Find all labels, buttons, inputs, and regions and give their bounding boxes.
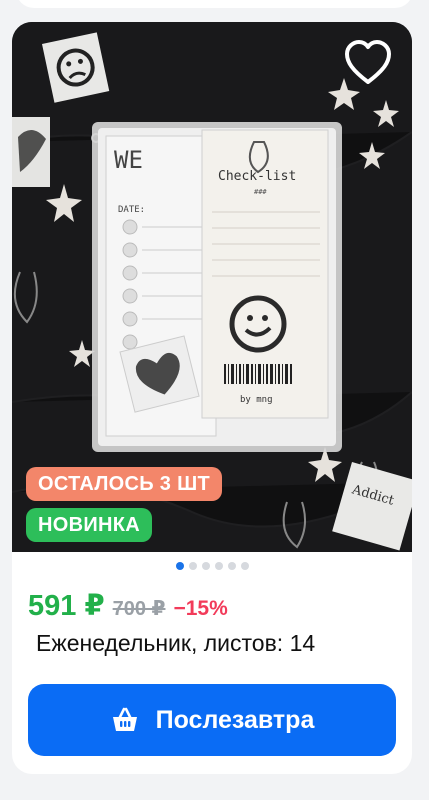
new-badge: НОВИНКА <box>26 508 153 542</box>
old-price: 700 ₽ <box>112 598 166 620</box>
pagination-dot[interactable] <box>240 562 249 570</box>
favorite-button[interactable] <box>342 38 394 90</box>
current-price: 591 ₽ <box>28 590 105 622</box>
product-title[interactable]: Еженедельник, листов: 14 <box>36 630 315 657</box>
add-to-cart-button[interactable]: Послезавтра <box>28 684 396 756</box>
discount-badge: −15% <box>173 597 228 620</box>
photo-pagination[interactable] <box>12 562 412 570</box>
basket-icon <box>112 707 137 731</box>
pagination-dot[interactable] <box>201 562 210 570</box>
price-row: 591 ₽ 700 ₽ −15% <box>28 588 228 623</box>
checklist-sub: ### <box>254 188 267 196</box>
add-to-cart-label: Послезавтра <box>155 705 315 734</box>
svg-text:WE: WE <box>114 146 143 174</box>
pagination-dot[interactable] <box>227 562 236 570</box>
pagination-dot-active[interactable] <box>175 562 184 570</box>
pagination-dot[interactable] <box>188 562 197 570</box>
heart-icon <box>345 40 391 84</box>
stock-left-badge: ОСТАЛОСЬ 3 ШТ <box>26 467 223 501</box>
planner-date-label: DATE: <box>118 205 145 215</box>
product-card-page: WE DATE: Check-list ### by mng Addict ОС… <box>0 0 429 800</box>
checklist-brand: by mng <box>240 395 273 405</box>
previous-card-edge <box>16 0 413 8</box>
product-photo[interactable]: WE DATE: Check-list ### by mng Addict ОС… <box>12 22 412 552</box>
product-card[interactable]: WE DATE: Check-list ### by mng Addict ОС… <box>12 22 412 774</box>
pagination-dot[interactable] <box>214 562 223 570</box>
